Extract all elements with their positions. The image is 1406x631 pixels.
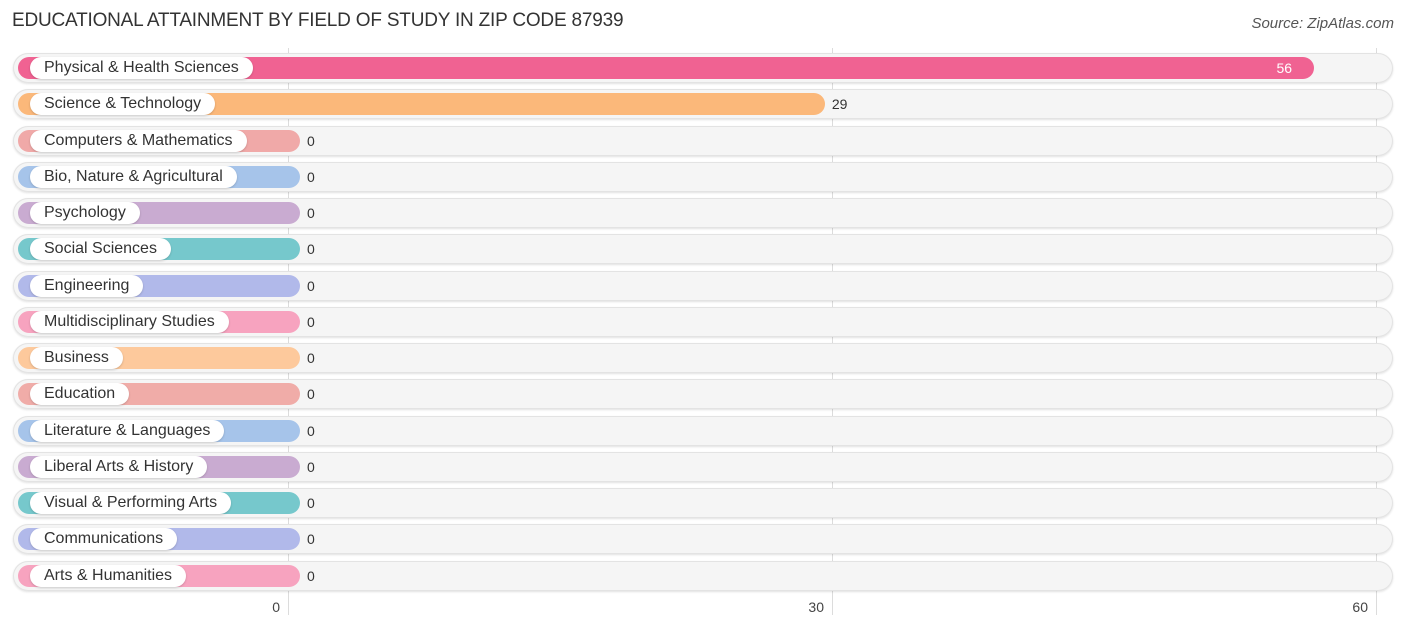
value-label: 0	[307, 277, 315, 294]
value-label: 0	[307, 205, 315, 221]
value-label: 0	[307, 567, 315, 584]
x-tick-label: 0	[272, 599, 280, 615]
bar-chart: Physical & Health Sciences 56 Science & Te…	[0, 0, 1406, 631]
value-label: 0	[307, 241, 315, 258]
category-label: Arts & Humanities	[30, 564, 187, 587]
value-label: 0	[307, 350, 315, 366]
value-label: 0	[307, 458, 315, 475]
x-tick-label: 30	[808, 599, 824, 615]
category-label: Engineering	[30, 274, 144, 297]
value-label: 0	[307, 386, 315, 403]
value-label: 29	[831, 96, 848, 113]
category-label: Computers & Mathematics	[30, 129, 247, 152]
category-label: Science & Technology	[30, 93, 216, 116]
category-label: Visual & Performing Arts	[30, 492, 232, 514]
value-label: 0	[307, 132, 315, 149]
x-tick-label: 60	[1352, 599, 1368, 615]
category-label: Business	[30, 347, 123, 369]
category-label: Social Sciences	[30, 238, 171, 261]
category-label: Literature & Languages	[30, 419, 225, 442]
category-label: Bio, Nature & Agricultural	[30, 165, 237, 188]
category-label: Multidisciplinary Studies	[30, 310, 229, 333]
category-label: Communications	[30, 528, 178, 551]
value-label: 56	[1276, 60, 1293, 76]
value-label: 0	[307, 422, 315, 439]
value-label: 0	[307, 531, 315, 548]
category-label: Physical & Health Sciences	[30, 57, 253, 79]
category-label: Education	[30, 383, 130, 406]
value-label: 0	[307, 168, 315, 185]
value-label: 0	[307, 495, 315, 511]
category-label: Psychology	[30, 202, 140, 224]
category-label: Liberal Arts & History	[30, 455, 208, 478]
value-label: 0	[307, 313, 315, 330]
